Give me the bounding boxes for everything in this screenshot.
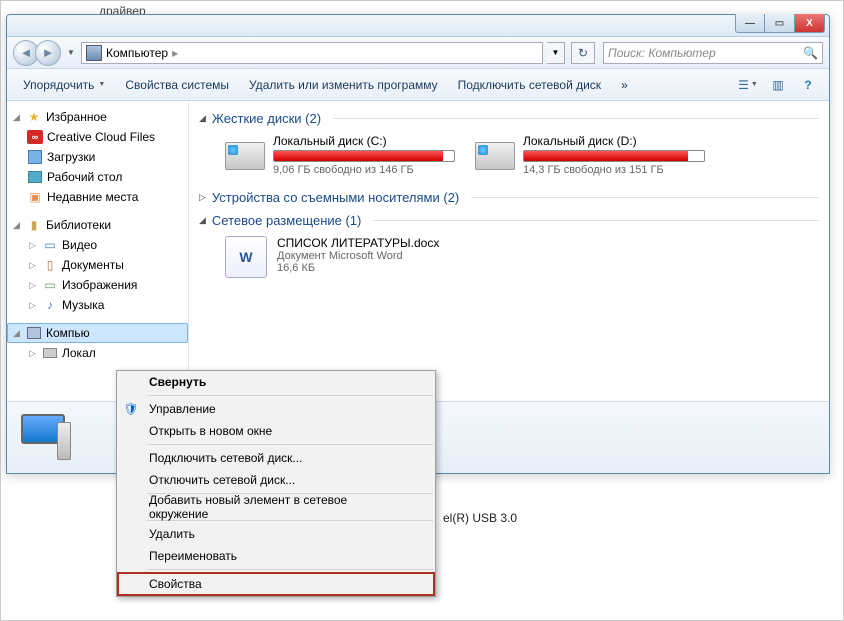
address-location: Компьютер [106, 46, 168, 60]
hdd-icon [225, 134, 265, 170]
network-group-header[interactable]: ◢Сетевое размещение (1) [199, 209, 819, 232]
search-icon[interactable]: 🔍 [803, 46, 818, 60]
ctx-add-network[interactable]: Добавить новый элемент в сетевое окружен… [117, 496, 435, 518]
content-pane: ◢Жесткие диски (2) Локальный диск (C:) 9… [189, 101, 829, 401]
caret-down-icon: ◢ [199, 215, 206, 226]
address-bar[interactable]: Компьютер ▸ [81, 42, 543, 64]
file-size: 16,6 КБ [277, 262, 439, 274]
system-properties-button[interactable]: Свойства системы [117, 74, 237, 96]
address-sep: ▸ [172, 46, 178, 60]
ctx-rename[interactable]: Переименовать [117, 545, 435, 567]
pc-icon [26, 325, 42, 341]
separator [147, 444, 433, 445]
sidebar-item-documents[interactable]: ▷▯Документы [7, 255, 188, 275]
drive-free: 9,06 ГБ свободно из 146 ГБ [273, 164, 455, 176]
file-type: Документ Microsoft Word [277, 250, 439, 262]
favorites-group[interactable]: ◢★Избранное [7, 107, 188, 127]
uninstall-button[interactable]: Удалить или изменить программу [241, 74, 446, 96]
ctx-manage[interactable]: 🛡Управление [117, 398, 435, 420]
star-icon: ★ [26, 109, 42, 125]
drive-icon [42, 345, 58, 361]
ctx-delete[interactable]: Удалить [117, 523, 435, 545]
hdd-group-header[interactable]: ◢Жесткие диски (2) [199, 107, 819, 130]
usage-bar [523, 150, 705, 162]
map-drive-button[interactable]: Подключить сетевой диск [450, 74, 609, 96]
caret-down-icon: ◢ [199, 113, 206, 124]
ctx-map-drive[interactable]: Подключить сетевой диск... [117, 447, 435, 469]
search-placeholder: Поиск: Компьютер [608, 46, 716, 60]
file-item[interactable]: W СПИСОК ЛИТЕРАТУРЫ.docx Документ Micros… [199, 232, 819, 282]
cc-icon: ∞ [27, 129, 43, 145]
forward-button[interactable]: ► [35, 40, 61, 66]
refresh-button[interactable]: ↻ [571, 42, 595, 64]
body: ◢★Избранное ∞Creative Cloud Files Загруз… [7, 101, 829, 401]
minimize-button[interactable]: — [735, 14, 765, 33]
removable-group-header[interactable]: ▷Устройства со съемными носителями (2) [199, 186, 819, 209]
ctx-properties[interactable]: Свойства [117, 572, 435, 596]
separator [147, 569, 433, 570]
computer-icon [86, 45, 102, 61]
shield-icon: 🛡 [123, 401, 139, 417]
ctx-collapse[interactable]: Свернуть [117, 371, 435, 393]
nav-buttons: ◄ ► [13, 40, 61, 66]
libraries-group[interactable]: ◢▮Библиотеки [7, 215, 188, 235]
sidebar-item-desktop[interactable]: Рабочий стол [7, 167, 188, 187]
sidebar-item-video[interactable]: ▷▭Видео [7, 235, 188, 255]
word-icon: W [225, 236, 267, 278]
file-name: СПИСОК ЛИТЕРАТУРЫ.docx [277, 236, 439, 250]
sidebar-item-cc[interactable]: ∞Creative Cloud Files [7, 127, 188, 147]
preview-pane-button[interactable]: ▥ [765, 73, 791, 97]
sidebar-item-computer[interactable]: ◢Компью [7, 323, 188, 343]
computer-large-icon [17, 412, 75, 464]
libraries-icon: ▮ [26, 217, 42, 233]
context-menu: Свернуть 🛡Управление Открыть в новом окн… [116, 370, 436, 597]
documents-icon: ▯ [42, 257, 58, 273]
bg-usb-text: el(R) USB 3.0 [443, 511, 517, 525]
search-input[interactable]: Поиск: Компьютер 🔍 [603, 42, 823, 64]
usage-bar [273, 150, 455, 162]
sidebar: ◢★Избранное ∞Creative Cloud Files Загруз… [7, 101, 189, 401]
nav-row: ◄ ► ▼ Компьютер ▸ ▼ ↻ Поиск: Компьютер 🔍 [7, 37, 829, 69]
sidebar-item-downloads[interactable]: Загрузки [7, 147, 188, 167]
downloads-icon [27, 149, 43, 165]
drives-row: Локальный диск (C:) 9,06 ГБ свободно из … [199, 130, 819, 186]
drive-name: Локальный диск (C:) [273, 134, 455, 148]
sidebar-item-recent[interactable]: ▣Недавние места [7, 187, 188, 207]
recent-icon: ▣ [27, 189, 43, 205]
view-button[interactable]: ☰▼ [735, 73, 761, 97]
drive-d[interactable]: Локальный диск (D:) 14,3 ГБ свободно из … [475, 134, 705, 176]
maximize-button[interactable]: ▭ [765, 14, 795, 33]
drive-name: Локальный диск (D:) [523, 134, 705, 148]
help-button[interactable]: ? [795, 73, 821, 97]
titlebar[interactable]: — ▭ X [7, 15, 829, 37]
drive-free: 14,3 ГБ свободно из 151 ГБ [523, 164, 705, 176]
nav-history-dropdown[interactable]: ▼ [65, 42, 77, 64]
ctx-open-new[interactable]: Открыть в новом окне [117, 420, 435, 442]
window-controls: — ▭ X [735, 14, 825, 33]
more-button[interactable]: » [613, 74, 636, 96]
video-icon: ▭ [42, 237, 58, 253]
address-dropdown[interactable]: ▼ [547, 42, 565, 64]
organize-button[interactable]: Упорядочить▼ [15, 74, 113, 96]
toolbar: Упорядочить▼ Свойства системы Удалить ил… [7, 69, 829, 101]
desktop-icon [27, 169, 43, 185]
music-icon: ♪ [42, 297, 58, 313]
caret-right-icon: ▷ [199, 192, 206, 203]
sidebar-item-local-disk[interactable]: ▷Локал [7, 343, 188, 363]
sidebar-item-music[interactable]: ▷♪Музыка [7, 295, 188, 315]
drive-c[interactable]: Локальный диск (C:) 9,06 ГБ свободно из … [225, 134, 455, 176]
ctx-disconnect-drive[interactable]: Отключить сетевой диск... [117, 469, 435, 491]
images-icon: ▭ [42, 277, 58, 293]
close-button[interactable]: X [795, 14, 825, 33]
separator [147, 395, 433, 396]
hdd-icon [475, 134, 515, 170]
sidebar-item-images[interactable]: ▷▭Изображения [7, 275, 188, 295]
